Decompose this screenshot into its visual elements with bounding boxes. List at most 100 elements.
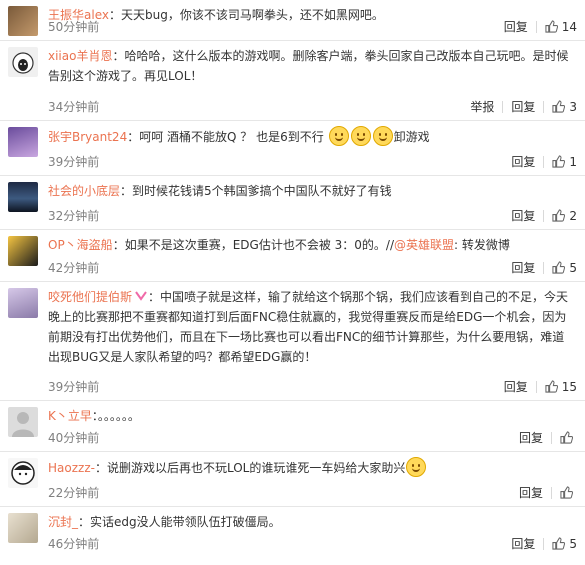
cartoon-avatar-icon: [11, 461, 35, 485]
colon-separator: ：: [127, 130, 140, 144]
divider: [535, 20, 537, 33]
like-button[interactable]: 2: [552, 209, 577, 223]
like-count: 15: [561, 379, 577, 394]
thumbs-up-icon: [552, 537, 566, 550]
username-link[interactable]: Haozzz-: [48, 461, 95, 475]
reply-button[interactable]: 回复: [511, 535, 535, 552]
reply-button[interactable]: 回复: [504, 378, 528, 395]
reply-button[interactable]: 回复: [511, 98, 535, 115]
comment-text: 哈哈哈，这什么版本的游戏啊。删除客户端，拳头回家自己改版本自己玩吧。是时候告别这…: [48, 49, 569, 83]
comment-time: 32分钟前: [48, 209, 100, 223]
avatar[interactable]: [8, 288, 38, 318]
comment-time: 40分钟前: [48, 431, 100, 445]
comment-meta: 42分钟前 回复 5: [48, 259, 577, 277]
comment-item: 王振华alex：天天bug，你该不该司马啊拳头，还不如黑网吧。 50分钟前 回复…: [0, 0, 585, 41]
comment-body: xiiao羊肖恩：哈哈哈，这什么版本的游戏啊。删除客户端，拳头回家自己改版本自己…: [48, 46, 575, 86]
divider: [543, 155, 545, 168]
like-button[interactable]: 5: [552, 261, 577, 275]
reply-button[interactable]: 回复: [519, 484, 543, 501]
like-count: 3: [569, 99, 577, 114]
like-count: 1: [569, 154, 577, 169]
colon-separator: ：: [148, 290, 161, 304]
report-button[interactable]: 举报: [470, 98, 494, 115]
comment-meta: 46分钟前 回复 5: [48, 535, 577, 553]
comment-text: 。。。。。。: [97, 409, 140, 423]
comment-body: 咬死他们提伯斯 ：中国喷子就是这样，输了就给这个锅那个锅，我们应该看到自己的不足，…: [48, 287, 575, 367]
avatar[interactable]: [8, 47, 38, 77]
comment-list: 王振华alex：天天bug，你该不该司马啊拳头，还不如黑网吧。 50分钟前 回复…: [0, 0, 585, 557]
thumbs-up-icon: [552, 100, 566, 113]
like-button[interactable]: [560, 486, 577, 499]
reply-button[interactable]: 回复: [519, 429, 543, 446]
like-button[interactable]: 5: [552, 537, 577, 551]
comment-meta: 40分钟前 回复: [48, 429, 577, 447]
comment-meta: 32分钟前 回复 2: [48, 207, 577, 225]
like-button[interactable]: 15: [545, 380, 577, 394]
thumbs-up-icon: [560, 431, 573, 444]
comment-actions: 回复 1: [511, 153, 577, 170]
comment-item: OP丶海盗船：如果不是这次重赛，EDG估计也不会被 3：0的。//@英雄联盟: …: [0, 230, 585, 282]
like-button[interactable]: 3: [552, 100, 577, 114]
comment-actions: 举报 回复 3: [470, 98, 577, 115]
divider: [543, 261, 545, 274]
username-link[interactable]: 咬死他们提伯斯: [48, 290, 132, 304]
smile-emoji-icon: [328, 126, 349, 146]
colon-separator: ：: [112, 238, 125, 252]
comment-actions: 回复 5: [511, 259, 577, 276]
comment-time: 50分钟前: [48, 20, 100, 34]
comment-body: OP丶海盗船：如果不是这次重赛，EDG估计也不会被 3：0的。//@英雄联盟: …: [48, 235, 575, 255]
comment-item: 沉封_：实话edg没人能带领队伍打破僵局。 46分钟前 回复 5: [0, 507, 585, 557]
comment-meta: 22分钟前 回复: [48, 484, 577, 502]
comment-time: 46分钟前: [48, 537, 100, 551]
comment-meta: 50分钟前 回复 14: [48, 18, 577, 36]
comment-actions: 回复: [519, 484, 577, 501]
comment-body: 张宇Bryant24：呵呵 酒桶不能放Q ？ 也是6到不行 卸游戏: [48, 126, 575, 147]
default-avatar-icon: [12, 412, 34, 437]
smile-emoji-icon: [406, 457, 427, 477]
reply-button[interactable]: 回复: [511, 259, 535, 276]
thumbs-up-icon: [560, 486, 573, 499]
avatar[interactable]: [8, 127, 38, 157]
comment-text-tail: : 转发微博: [454, 238, 510, 252]
like-button[interactable]: 14: [545, 20, 577, 34]
comment-item: 张宇Bryant24：呵呵 酒桶不能放Q ？ 也是6到不行 卸游戏 39分钟前 …: [0, 121, 585, 176]
reply-button[interactable]: 回复: [504, 18, 528, 35]
comment-body: K丶立早：。。。。。。: [48, 406, 575, 426]
avatar[interactable]: [8, 458, 38, 488]
username-link[interactable]: OP丶海盗船: [48, 238, 113, 252]
divider: [543, 209, 545, 222]
comment-item: xiiao羊肖恩：哈哈哈，这什么版本的游戏啊。删除客户端，拳头回家自己改版本自己…: [0, 41, 585, 121]
avatar[interactable]: [8, 6, 38, 36]
comment-actions: 回复 2: [511, 207, 577, 224]
avatar[interactable]: [8, 182, 38, 212]
thumbs-up-icon: [552, 261, 566, 274]
smile-emoji-icon: [372, 126, 393, 146]
username-link[interactable]: 张宇Bryant24: [48, 130, 127, 144]
like-button[interactable]: [560, 431, 577, 444]
reply-button[interactable]: 回复: [511, 153, 535, 170]
comment-text: 呵呵 酒桶不能放Q ？ 也是6到不行: [139, 130, 324, 144]
avatar[interactable]: [8, 513, 38, 543]
mention-link[interactable]: @英雄联盟: [394, 238, 454, 252]
comment-time: 39分钟前: [48, 155, 100, 169]
username-link[interactable]: xiiao羊肖恩: [48, 49, 112, 63]
username-link[interactable]: 沉封_: [48, 515, 78, 529]
comment-actions: 回复 15: [504, 378, 577, 395]
like-button[interactable]: 1: [552, 155, 577, 169]
avatar[interactable]: [8, 236, 38, 266]
comment-actions: 回复 14: [504, 18, 577, 35]
comment-meta: 39分钟前 回复 15: [48, 378, 577, 396]
comment-actions: 回复 5: [511, 535, 577, 552]
reply-button[interactable]: 回复: [511, 207, 535, 224]
sheep-icon: [12, 52, 34, 74]
comment-text-tail: 卸游戏: [393, 130, 430, 144]
smile-emoji-icon: [350, 126, 371, 146]
colon-separator: ：: [112, 49, 125, 63]
comment-time: 22分钟前: [48, 486, 100, 500]
username-link[interactable]: 社会的小底层: [48, 184, 120, 198]
comment-time: 42分钟前: [48, 261, 100, 275]
comment-text: 如果不是这次重赛，EDG估计也不会被 3：0的。//: [124, 238, 394, 252]
username-link[interactable]: K丶立早: [48, 409, 92, 423]
avatar[interactable]: [8, 407, 38, 437]
like-count: 5: [569, 536, 577, 551]
